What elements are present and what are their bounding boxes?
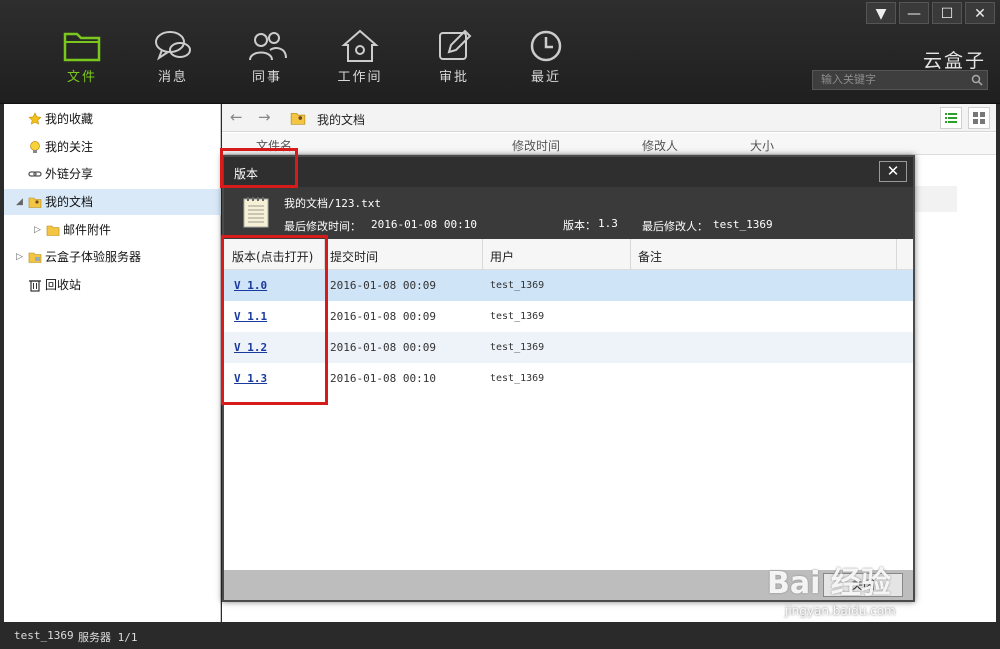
nav-approve-label: 审批 — [438, 70, 469, 85]
sidebar-item-favorites[interactable]: 我的收藏 — [4, 106, 221, 132]
column-header-modified[interactable]: 修改时间 — [512, 137, 560, 154]
sidebar-item-trash[interactable]: 回收站 — [4, 272, 221, 298]
version-user: test_1369 — [490, 373, 545, 384]
maximize-button[interactable]: ☐ — [932, 2, 962, 24]
column-header-note[interactable]: 备注 — [638, 248, 662, 265]
chat-icon — [155, 31, 191, 61]
watermark-url: jingyan.baidu.com — [785, 604, 896, 618]
file-table-header: 文件名 修改时间 修改人 大小 — [222, 133, 996, 155]
highlight-box-versions — [221, 235, 328, 405]
nav-files-label: 文件 — [66, 70, 97, 85]
version-time: 2016-01-08 00:09 — [330, 279, 436, 292]
search-icon[interactable] — [971, 74, 983, 86]
file-info-panel: 我的文档/123.txt 最后修改时间： 2016-01-08 00:10 版本… — [224, 187, 913, 239]
collapse-arrow-icon[interactable]: ◢ — [16, 189, 23, 215]
dropdown-menu-button[interactable]: ▼ — [866, 2, 896, 24]
back-button[interactable]: ← — [230, 108, 243, 126]
status-user: test_1369 — [14, 629, 74, 642]
sidebar-item-label: 回收站 — [45, 278, 82, 292]
nav-recent-label: 最近 — [530, 70, 561, 85]
grid-view-icon — [973, 112, 985, 124]
nav-files[interactable]: 文件 — [52, 28, 112, 90]
sidebar-item-label: 我的关注 — [45, 140, 94, 154]
top-bar: 文件 消息 同事 工作间 审批 最近 ▼ — ☐ ✕ 云盒子 输入关键字 — [0, 0, 1000, 104]
sidebar-item-label: 云盒子体验服务器 — [45, 250, 142, 264]
column-header-time[interactable]: 提交时间 — [330, 248, 378, 265]
dialog-close-icon[interactable]: ✕ — [879, 161, 907, 182]
sidebar-item-label: 外链分享 — [45, 167, 94, 181]
trash-icon — [29, 280, 41, 292]
status-server: 服务器 1/1 — [78, 631, 138, 644]
expand-arrow-icon[interactable]: ▷ — [34, 217, 41, 243]
link-icon — [28, 171, 42, 177]
grid-view-button[interactable] — [968, 107, 990, 129]
search-input[interactable]: 输入关键字 — [812, 70, 988, 90]
nav-messages-label: 消息 — [157, 70, 188, 85]
clock-icon — [530, 30, 562, 62]
version-value: 1.3 — [598, 217, 618, 230]
workspace-icon — [341, 29, 379, 62]
sidebar-item-label: 我的收藏 — [45, 112, 94, 126]
sidebar-item-share-links[interactable]: 外链分享 — [4, 161, 221, 187]
last-modifier-label: 最后修改人： — [642, 220, 708, 233]
forward-button[interactable]: → — [258, 108, 271, 126]
nav-messages[interactable]: 消息 — [143, 28, 203, 90]
nav-approve[interactable]: 审批 — [424, 28, 484, 90]
sidebar-item-follow[interactable]: 我的关注 — [4, 134, 221, 160]
nav-recent[interactable]: 最近 — [516, 28, 576, 90]
user-folder-icon — [28, 197, 42, 208]
folder-icon — [46, 225, 60, 236]
text-file-icon — [243, 197, 269, 228]
last-modifier-value: test_1369 — [713, 218, 773, 231]
column-header-modifier[interactable]: 修改人 — [642, 137, 678, 154]
sidebar-item-label: 邮件附件 — [63, 223, 112, 237]
version-time: 2016-01-08 00:09 — [330, 310, 436, 323]
sidebar-item-label: 我的文档 — [45, 195, 94, 209]
server-icon — [28, 252, 42, 263]
nav-workspace-label: 工作间 — [337, 70, 383, 85]
sidebar: 我的收藏 我的关注 外链分享 ◢ 我的文档 ▷ 邮件附件 ▷ 云盒子体验服务器 … — [4, 104, 221, 622]
close-window-button[interactable]: ✕ — [965, 2, 995, 24]
version-user: test_1369 — [490, 280, 545, 291]
watermark-logo: Bai 经验 — [767, 566, 891, 601]
version-time: 2016-01-08 00:09 — [330, 341, 436, 354]
last-modified-label: 最后修改时间： — [284, 220, 361, 233]
brand-logo: 云盒子 — [922, 50, 986, 72]
breadcrumb[interactable]: 我的文档 — [317, 111, 365, 128]
sidebar-item-my-documents[interactable]: ◢ 我的文档 — [4, 189, 221, 215]
version-user: test_1369 — [490, 311, 545, 322]
nav-workspace[interactable]: 工作间 — [330, 28, 390, 90]
expand-arrow-icon[interactable]: ▷ — [16, 244, 23, 270]
star-icon — [28, 112, 42, 125]
sidebar-item-mail-attachments[interactable]: ▷ 邮件附件 — [4, 217, 221, 243]
user-folder-icon — [290, 113, 306, 125]
bulb-icon — [30, 141, 40, 153]
toolbar: ← → 我的文档 — [222, 104, 996, 132]
version-label: 版本： — [563, 219, 596, 232]
last-modified-value: 2016-01-08 00:10 — [371, 218, 477, 231]
list-view-button[interactable] — [940, 107, 962, 129]
version-user: test_1369 — [490, 342, 545, 353]
file-path: 我的文档/123.txt — [284, 197, 381, 210]
minimize-button[interactable]: — — [899, 2, 929, 24]
dialog-title-bar: 版本 ✕ — [224, 157, 913, 187]
folder-icon — [63, 32, 101, 62]
list-view-icon — [945, 113, 957, 123]
column-header-size[interactable]: 大小 — [750, 137, 774, 154]
nav-colleagues-label: 同事 — [251, 70, 282, 85]
column-header-user[interactable]: 用户 — [490, 248, 514, 265]
version-time: 2016-01-08 00:10 — [330, 372, 436, 385]
approve-icon — [439, 29, 472, 60]
colleagues-icon — [249, 32, 287, 61]
highlight-box-title — [220, 148, 298, 188]
watermark: Bai 经验 jingyan.baidu.com — [755, 538, 955, 628]
search-placeholder: 输入关键字 — [821, 73, 876, 86]
nav-colleagues[interactable]: 同事 — [237, 28, 297, 90]
sidebar-item-trial-server[interactable]: ▷ 云盒子体验服务器 — [4, 244, 221, 270]
